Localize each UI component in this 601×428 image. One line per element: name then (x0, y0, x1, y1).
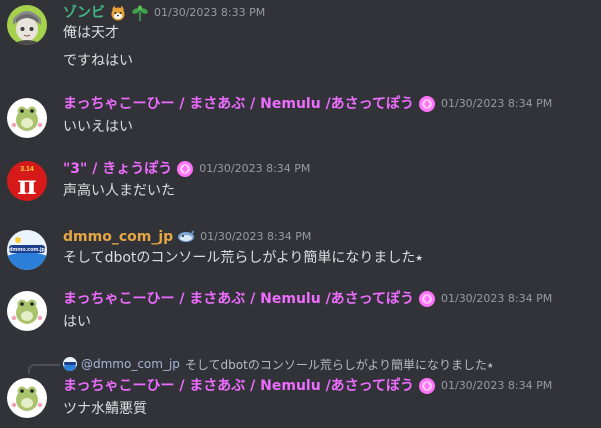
seedling-icon (131, 5, 149, 21)
shiba-dog-icon (109, 5, 127, 21)
avatar[interactable] (7, 291, 47, 331)
message-text: ですねはい (63, 53, 133, 69)
reply-username[interactable]: @dmmo_com_jp (81, 357, 180, 371)
avatar[interactable]: 3.14 π (7, 161, 47, 201)
reply-reference[interactable]: @dmmo_com_jp そしてdbotのコンソール荒らしがより簡単になりました… (63, 355, 494, 373)
booster-gem-icon (176, 160, 194, 178)
reply-connector (28, 364, 60, 374)
booster-gem-icon (418, 377, 436, 395)
pi-avatar-icon: 3.14 π (7, 161, 47, 201)
avatar[interactable] (7, 5, 47, 45)
avatar[interactable] (7, 98, 47, 138)
anime-avatar-icon (7, 5, 47, 45)
timestamp[interactable]: 01/30/2023 8:34 PM (199, 159, 310, 179)
username[interactable]: dmmo_com_jp (63, 227, 173, 247)
timestamp[interactable]: 01/30/2023 8:33 PM (154, 3, 265, 23)
username[interactable]: まっちゃこーひー / まさあぶ / Nemulu /あさってぽう (63, 376, 414, 396)
message-text: 声高い人まだいた (63, 183, 175, 199)
message-text: ツナ水鯖悪質 (63, 401, 147, 417)
frog-avatar-icon (7, 98, 47, 138)
message: まっちゃこーひー / まさあぶ / Nemulu /あさってぽう 01/30/2… (0, 88, 601, 138)
timestamp[interactable]: 01/30/2023 8:34 PM (441, 94, 552, 114)
dmmo-logo-avatar-icon: dmmo.com.jp (7, 230, 47, 270)
username[interactable]: まっちゃこーひー / まさあぶ / Nemulu /あさってぽう (63, 289, 414, 309)
frog-avatar-icon (7, 378, 47, 418)
timestamp[interactable]: 01/30/2023 8:34 PM (200, 227, 311, 247)
reply-text[interactable]: そしてdbotのコンソール荒らしがより簡単になりました⭑ (185, 356, 494, 373)
message: dmmo.com.jp dmmo_com_jp 01/30/2023 8:34 … (0, 222, 601, 272)
dmmo-logo-mini-icon (63, 357, 77, 371)
username[interactable]: ゾンビ (63, 3, 105, 23)
dolphin-icon (177, 230, 195, 244)
frog-avatar-icon (7, 291, 47, 331)
message-text: 俺は天才 (63, 25, 119, 41)
message-text: はい (63, 314, 91, 330)
timestamp[interactable]: 01/30/2023 8:34 PM (441, 376, 552, 396)
username[interactable]: まっちゃこーひー / まさあぶ / Nemulu /あさってぽう (63, 94, 414, 114)
avatar-text: π (17, 171, 36, 201)
message: 3.14 π "3" / きょうぽう 01/30/2023 8:34 PM 声高… (0, 156, 601, 206)
reply-avatar (63, 357, 77, 371)
avatar[interactable]: dmmo.com.jp (7, 230, 47, 270)
avatar[interactable] (7, 378, 47, 418)
message: ゾンビ 01/30/2023 8:33 PM 俺は天才 ですねはい (0, 0, 601, 80)
username[interactable]: "3" / きょうぽう (63, 159, 172, 179)
booster-gem-icon (418, 290, 436, 308)
message: まっちゃこーひー / まさあぶ / Nemulu /あさってぽう 01/30/2… (0, 376, 601, 428)
message-text: いいえはい (63, 119, 133, 135)
booster-gem-icon (418, 95, 436, 113)
message-text: そしてdbotのコンソール荒らしがより簡単になりました⭑ (63, 250, 423, 266)
message: まっちゃこーひー / まさあぶ / Nemulu /あさってぽう 01/30/2… (0, 288, 601, 338)
avatar-text: dmmo.com.jp (9, 247, 45, 253)
timestamp[interactable]: 01/30/2023 8:34 PM (441, 289, 552, 309)
